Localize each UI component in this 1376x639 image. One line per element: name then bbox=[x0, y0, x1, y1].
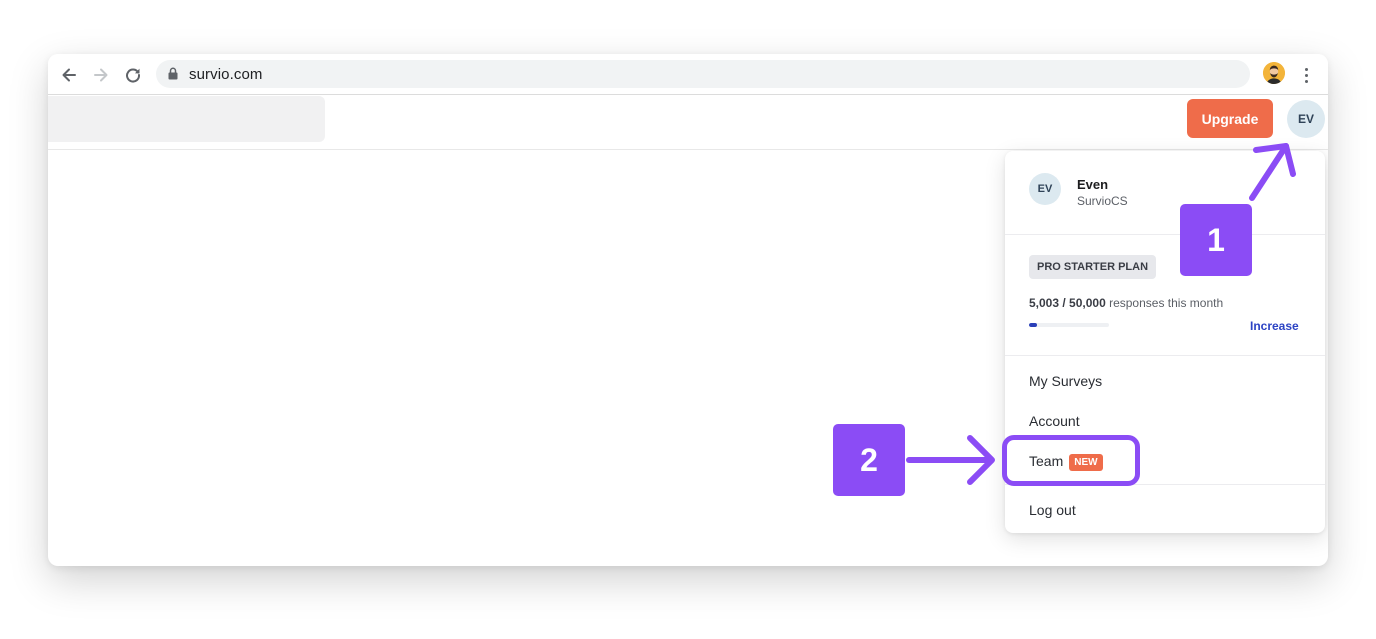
arrow-1-icon bbox=[1249, 143, 1296, 201]
arrow-2-icon bbox=[906, 435, 995, 485]
annotation-arrows bbox=[906, 143, 1296, 485]
